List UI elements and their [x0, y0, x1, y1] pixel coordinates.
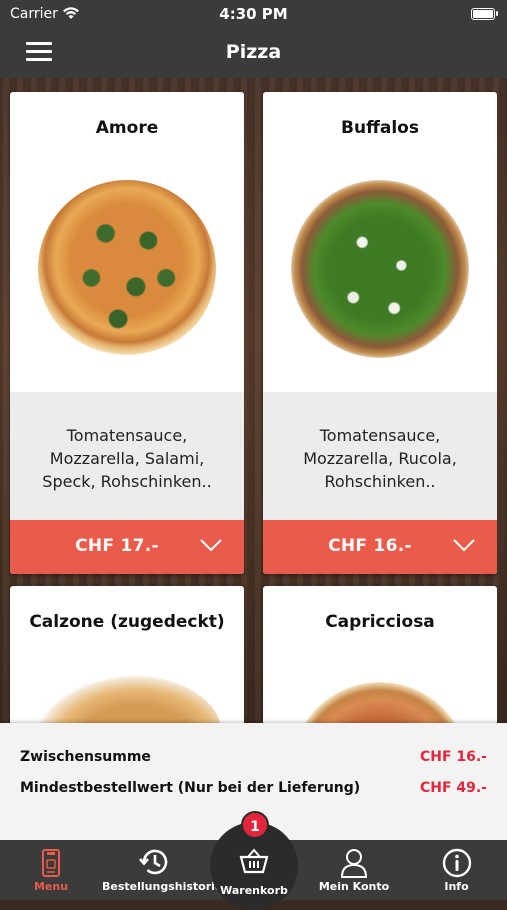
- history-icon: [139, 849, 168, 875]
- tab-info[interactable]: Info: [406, 840, 507, 900]
- tab-history[interactable]: Bestellungshistorie: [102, 840, 223, 900]
- product-description-area: Tomatensauce, Mozzarella, Salami, Speck,…: [10, 392, 244, 520]
- product-card-amore[interactable]: Amore Tomatensauce, Mozzarella, Salami, …: [10, 92, 244, 574]
- tab-label: Info: [444, 880, 469, 893]
- chevron-down-icon: [453, 539, 475, 551]
- product-name: Capricciosa: [325, 612, 435, 632]
- tab-label: Menu: [33, 880, 69, 893]
- product-name: Buffalos: [341, 118, 419, 138]
- tab-account[interactable]: Mein Konto: [302, 840, 406, 900]
- product-card-calzone[interactable]: Calzone (zugedeckt): [10, 586, 244, 723]
- nav-bar: Pizza: [0, 28, 507, 78]
- subtotal-label: Zwischensumme: [20, 749, 151, 765]
- product-image: [291, 180, 469, 358]
- product-price: CHF 17.-: [75, 536, 159, 556]
- minimum-order-label: Mindestbestellwert (Nur bei der Lieferun…: [20, 780, 361, 796]
- product-price: CHF 16.-: [328, 536, 412, 556]
- product-name: Amore: [95, 118, 159, 138]
- subtotal-value: CHF 16.-: [419, 749, 487, 765]
- product-card-capricciosa[interactable]: Capricciosa: [263, 586, 497, 723]
- user-icon: [340, 849, 368, 878]
- status-bar: Carrier 4:30 PM: [0, 0, 507, 28]
- product-image: [32, 674, 222, 723]
- product-description: Tomatensauce, Mozzarella, Rucola, Rohsch…: [303, 426, 457, 491]
- tab-menu[interactable]: Menu: [0, 840, 102, 900]
- battery-icon: [471, 8, 498, 20]
- phone-menu-icon: [42, 849, 60, 877]
- tab-label: Bestellungshistorie: [102, 880, 223, 893]
- tab-cart[interactable]: Warenkorb: [208, 840, 300, 900]
- page-title: Pizza: [225, 41, 282, 63]
- product-description: Tomatensauce, Mozzarella, Salami, Speck,…: [42, 426, 212, 491]
- chevron-down-icon: [200, 539, 222, 551]
- price-button[interactable]: CHF 16.-: [263, 520, 497, 574]
- product-card-buffalos[interactable]: Buffalos Tomatensauce, Mozzarella, Rucol…: [263, 92, 497, 574]
- minimum-order-value: CHF 49.-: [419, 780, 487, 796]
- product-description-area: Tomatensauce, Mozzarella, Rucola, Rohsch…: [263, 392, 497, 520]
- basket-icon: [239, 848, 269, 874]
- product-list[interactable]: Amore Tomatensauce, Mozzarella, Salami, …: [0, 78, 507, 723]
- info-icon: [442, 848, 471, 878]
- product-image: [38, 180, 216, 358]
- clock: 4:30 PM: [219, 5, 288, 23]
- product-name: Calzone (zugedeckt): [29, 612, 225, 632]
- tab-label: Mein Konto: [318, 880, 390, 893]
- price-button[interactable]: CHF 17.-: [10, 520, 244, 574]
- cart-count-badge: 1: [241, 811, 269, 839]
- product-image: [291, 682, 469, 723]
- tab-label: Warenkorb: [220, 884, 288, 897]
